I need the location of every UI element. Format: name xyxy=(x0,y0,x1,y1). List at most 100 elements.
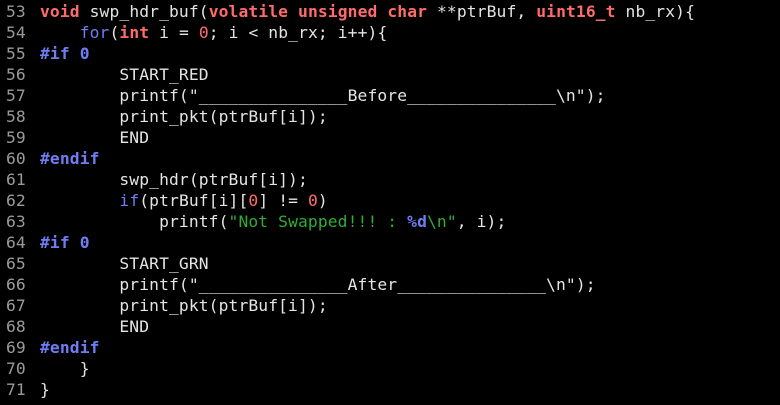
code-text: ] != xyxy=(258,191,308,210)
line-code: if(ptrBuf[i][0] != 0) xyxy=(40,190,328,211)
line-code: printf("_______________After____________… xyxy=(40,274,596,295)
line-number: 62 xyxy=(6,191,26,210)
line-code: START_RED xyxy=(40,64,209,85)
line-code: print_pkt(ptrBuf[i]); xyxy=(40,295,328,316)
line-number: 69 xyxy=(6,338,26,357)
code-text: END xyxy=(40,128,150,147)
code-line[interactable]: 71 } xyxy=(0,379,780,400)
preprocessor-directive: #if xyxy=(40,44,80,63)
type-keyword: uint16_t xyxy=(536,2,616,21)
line-number: 56 xyxy=(6,65,26,84)
type-keyword: int xyxy=(119,23,150,42)
code-line[interactable]: 67 print_pkt(ptrBuf[i]); xyxy=(0,295,780,316)
code-text: printf( xyxy=(40,86,189,105)
line-number: 71 xyxy=(6,380,26,399)
line-code: } xyxy=(40,358,90,379)
line-code: #if 0 xyxy=(40,232,90,253)
code-text: } xyxy=(40,359,90,378)
line-number: 57 xyxy=(6,86,26,105)
code-text: "_______________Before_______________\n" xyxy=(188,86,586,105)
line-code: #if 0 xyxy=(40,43,90,64)
line-number: 58 xyxy=(6,107,26,126)
code-text: START_GRN xyxy=(40,254,209,273)
number-literal: 0 xyxy=(248,191,259,210)
line-code: print_pkt(ptrBuf[i]); xyxy=(40,106,328,127)
code-text: swp_hdr_buf( xyxy=(79,2,209,21)
line-number: 65 xyxy=(6,254,26,273)
control-keyword: for xyxy=(79,23,110,42)
preprocessor-directive: #endif xyxy=(40,149,100,168)
code-line[interactable]: 65 START_GRN xyxy=(0,253,780,274)
type-keyword: char xyxy=(387,2,428,21)
code-text: swp_hdr(ptrBuf[i]); xyxy=(40,170,308,189)
preprocessor-directive: 0 xyxy=(79,44,90,63)
line-code: for(int i = 0; i < nb_rx; i++){ xyxy=(40,22,388,43)
line-code: printf("Not Swapped!!! : %d\n", i); xyxy=(40,211,506,232)
code-text: nb_rx){ xyxy=(615,2,695,21)
line-number: 70 xyxy=(6,359,26,378)
code-line[interactable]: 55 #if 0 xyxy=(0,43,780,64)
string-literal: "Not Swapped!!! : xyxy=(228,212,408,231)
code-text: END xyxy=(40,317,150,336)
code-line[interactable]: 68 END xyxy=(0,316,780,337)
code-text: ); xyxy=(585,86,606,105)
code-text: print_pkt(ptrBuf[i]); xyxy=(40,296,328,315)
code-line[interactable]: 62 if(ptrBuf[i][0] != 0) xyxy=(0,190,780,211)
code-text: printf( xyxy=(40,212,229,231)
line-number: 61 xyxy=(6,170,26,189)
code-line[interactable]: 53 void swp_hdr_buf(volatile unsigned ch… xyxy=(0,1,780,22)
string-literal: \n" xyxy=(427,212,457,231)
code-text: print_pkt(ptrBuf[i]); xyxy=(40,107,328,126)
line-code: printf("_______________Before___________… xyxy=(40,85,606,106)
code-line[interactable]: 66 printf("_______________After_________… xyxy=(0,274,780,295)
preprocessor-directive: #if xyxy=(40,233,80,252)
code-text: i = xyxy=(149,23,199,42)
preprocessor-directive: 0 xyxy=(79,233,90,252)
format-specifier: %d xyxy=(407,212,427,231)
code-line[interactable]: 70 } xyxy=(0,358,780,379)
number-literal: 0 xyxy=(307,191,318,210)
type-keyword: volatile xyxy=(208,2,289,21)
code-text: ); xyxy=(575,275,596,294)
line-code: END xyxy=(40,127,149,148)
code-line[interactable]: 57 printf("_______________Before________… xyxy=(0,85,780,106)
line-number: 60 xyxy=(6,149,26,168)
line-code: END xyxy=(40,316,149,337)
code-line[interactable]: 59 END xyxy=(0,127,780,148)
preprocessor-directive: #endif xyxy=(40,338,100,357)
code-line[interactable]: 61 swp_hdr(ptrBuf[i]); xyxy=(0,169,780,190)
code-line[interactable]: 63 printf("Not Swapped!!! : %d\n", i); xyxy=(0,211,780,232)
line-number: 64 xyxy=(6,233,26,252)
line-code: #endif xyxy=(40,148,100,169)
type-keyword: void xyxy=(40,2,80,21)
line-number: 66 xyxy=(6,275,26,294)
code-text: "_______________After_______________\n" xyxy=(188,275,576,294)
code-line[interactable]: 56 START_RED xyxy=(0,64,780,85)
code-text: (ptrBuf[i][ xyxy=(139,191,249,210)
code-line[interactable]: 58 print_pkt(ptrBuf[i]); xyxy=(0,106,780,127)
line-code: START_GRN xyxy=(40,253,209,274)
code-line[interactable]: 60 #endif xyxy=(0,148,780,169)
code-line[interactable]: 54 for(int i = 0; i < nb_rx; i++){ xyxy=(0,22,780,43)
code-line[interactable]: 64 #if 0 xyxy=(0,232,780,253)
code-text: } xyxy=(40,380,50,399)
line-number: 68 xyxy=(6,317,26,336)
line-code: } xyxy=(40,379,50,400)
type-keyword: unsigned xyxy=(298,2,378,21)
code-editor[interactable]: 53 void swp_hdr_buf(volatile unsigned ch… xyxy=(0,0,780,405)
code-text: ) xyxy=(317,191,328,210)
code-text: **ptrBuf, xyxy=(427,2,537,21)
code-text: ; i < nb_rx; i++){ xyxy=(208,23,388,42)
line-number: 63 xyxy=(6,212,26,231)
code-text: printf( xyxy=(40,275,189,294)
line-code: swp_hdr(ptrBuf[i]); xyxy=(40,169,308,190)
code-text: ( xyxy=(109,23,120,42)
line-number: 59 xyxy=(6,128,26,147)
code-text: , i); xyxy=(456,212,507,231)
code-line[interactable]: 69 #endif xyxy=(0,337,780,358)
number-literal: 0 xyxy=(198,23,209,42)
